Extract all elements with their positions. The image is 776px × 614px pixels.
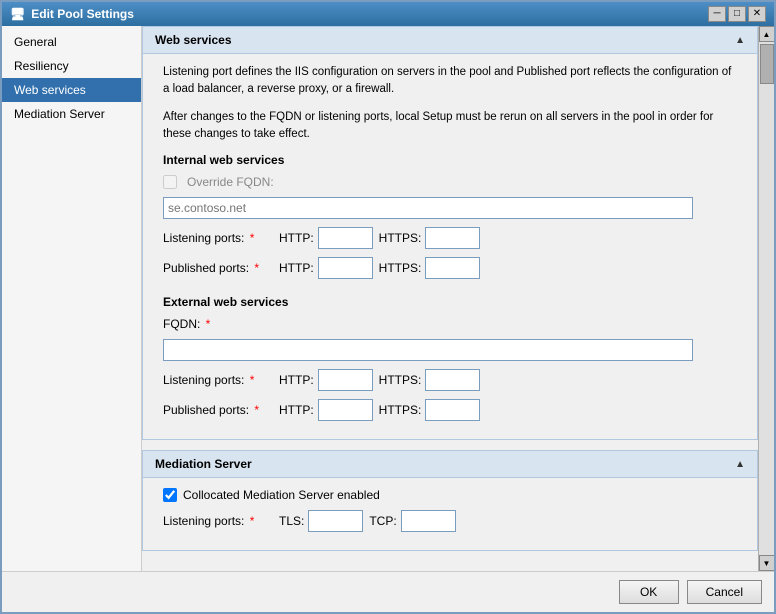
mediation-server-collapse-icon[interactable]: ▲ <box>735 459 745 470</box>
mediation-listening-row: Listening ports: * TLS: 5067 TCP: <box>163 510 737 532</box>
external-published-https-label: HTTPS: <box>379 403 422 417</box>
external-published-row: Published ports: * HTTP: 80 HTTPS: 443 <box>163 399 737 421</box>
external-published-label: Published ports: * <box>163 403 273 417</box>
main-window: 🖥 Edit Pool Settings ─ □ ✕ General Resil… <box>0 0 776 614</box>
internal-published-label: Published ports: * <box>163 261 273 275</box>
internal-published-https-group: HTTPS: 443 <box>379 257 481 279</box>
collocated-checkbox[interactable] <box>163 488 177 502</box>
ok-button[interactable]: OK <box>619 580 679 604</box>
title-bar: 🖥 Edit Pool Settings ─ □ ✕ <box>2 2 774 26</box>
web-services-title: Web services <box>155 33 232 47</box>
mediation-server-body: Collocated Mediation Server enabled List… <box>142 478 758 551</box>
web-services-body: Listening port defines the IIS configura… <box>142 54 758 440</box>
mediation-tcp-group: TCP: <box>369 510 455 532</box>
window-icon: 🖥 <box>10 7 25 21</box>
description-2: After changes to the FQDN or listening p… <box>163 109 737 144</box>
req-star-4: * <box>251 403 259 417</box>
scrollbar-thumb[interactable] <box>760 44 774 84</box>
close-button[interactable]: ✕ <box>748 6 766 22</box>
mediation-server-title: Mediation Server <box>155 457 252 471</box>
external-listening-http-label: HTTP: <box>279 373 314 387</box>
internal-listening-https-group: HTTPS: 443 <box>379 227 481 249</box>
external-listening-https-group: HTTPS: 4443 <box>379 369 481 391</box>
cancel-button[interactable]: Cancel <box>687 580 762 604</box>
internal-listening-https-label: HTTPS: <box>379 231 422 245</box>
mediation-tcp-input[interactable] <box>401 510 456 532</box>
external-fqdn-row: se.contoso.net <box>163 339 737 361</box>
sidebar-item-general[interactable]: General <box>2 30 141 54</box>
external-web-services-title: External web services <box>163 295 737 309</box>
override-fqdn-checkbox[interactable] <box>163 175 177 189</box>
window-title: Edit Pool Settings <box>31 7 134 21</box>
sidebar-item-resiliency[interactable]: Resiliency <box>2 54 141 78</box>
override-fqdn-label: Override FQDN: <box>187 175 274 189</box>
footer-bar: OK Cancel <box>2 571 774 612</box>
web-services-collapse-icon[interactable]: ▲ <box>735 35 745 46</box>
maximize-button[interactable]: □ <box>728 6 746 22</box>
collocated-row: Collocated Mediation Server enabled <box>163 488 737 502</box>
window-body: General Resiliency Web services Mediatio… <box>2 26 774 571</box>
mediation-tls-group: TLS: 5067 <box>279 510 363 532</box>
internal-published-http-input[interactable]: 80 <box>318 257 373 279</box>
internal-fqdn-row <box>163 197 737 219</box>
external-published-https-input[interactable]: 443 <box>425 399 480 421</box>
main-content: Web services ▲ Listening port defines th… <box>142 26 758 571</box>
title-bar-text: 🖥 Edit Pool Settings <box>10 7 134 21</box>
mediation-listening-label: Listening ports: * <box>163 514 273 528</box>
external-listening-https-label: HTTPS: <box>379 373 422 387</box>
minimize-button[interactable]: ─ <box>708 6 726 22</box>
sidebar-item-mediation-server[interactable]: Mediation Server <box>2 102 141 126</box>
internal-listening-http-group: HTTP: 80 <box>279 227 373 249</box>
external-listening-https-input[interactable]: 4443 <box>425 369 480 391</box>
internal-published-https-label: HTTPS: <box>379 261 422 275</box>
internal-listening-http-input[interactable]: 80 <box>318 227 373 249</box>
scrollbar: ▲ ▼ <box>758 26 774 571</box>
external-published-http-input[interactable]: 80 <box>318 399 373 421</box>
external-published-http-label: HTTP: <box>279 403 314 417</box>
mediation-tcp-label: TCP: <box>369 514 396 528</box>
external-published-https-group: HTTPS: 443 <box>379 399 481 421</box>
internal-listening-row: Listening ports: * HTTP: 80 HTTPS: 443 <box>163 227 737 249</box>
external-listening-http-group: HTTP: 8080 <box>279 369 373 391</box>
main-scroll-area: Web services ▲ Listening port defines th… <box>142 26 774 571</box>
internal-listening-https-input[interactable]: 443 <box>425 227 480 249</box>
internal-listening-label: Listening ports: * <box>163 231 273 245</box>
scroll-down-button[interactable]: ▼ <box>759 555 775 571</box>
override-fqdn-row: Override FQDN: <box>163 175 737 189</box>
mediation-tls-input[interactable]: 5067 <box>308 510 363 532</box>
external-listening-row: Listening ports: * HTTP: 8080 HTTPS: 444… <box>163 369 737 391</box>
external-listening-label: Listening ports: * <box>163 373 273 387</box>
external-published-http-group: HTTP: 80 <box>279 399 373 421</box>
internal-published-http-group: HTTP: 80 <box>279 257 373 279</box>
req-star-1: * <box>246 231 254 245</box>
internal-listening-http-label: HTTP: <box>279 231 314 245</box>
internal-published-row: Published ports: * HTTP: 80 HTTPS: 443 <box>163 257 737 279</box>
internal-published-https-input[interactable]: 443 <box>425 257 480 279</box>
sidebar-item-web-services[interactable]: Web services <box>2 78 141 102</box>
internal-fqdn-input <box>163 197 693 219</box>
web-services-panel: Web services ▲ Listening port defines th… <box>142 26 758 440</box>
mediation-server-panel: Mediation Server ▲ Collocated Mediation … <box>142 450 758 551</box>
title-buttons: ─ □ ✕ <box>708 6 766 22</box>
mediation-server-header: Mediation Server ▲ <box>142 450 758 478</box>
internal-published-http-label: HTTP: <box>279 261 314 275</box>
req-star-3: * <box>246 373 254 387</box>
collocated-label: Collocated Mediation Server enabled <box>183 488 380 502</box>
external-listening-http-input[interactable]: 8080 <box>318 369 373 391</box>
description-1: Listening port defines the IIS configura… <box>163 64 737 99</box>
external-fqdn-label: FQDN: * <box>163 317 210 331</box>
mediation-tls-label: TLS: <box>279 514 304 528</box>
web-services-header: Web services ▲ <box>142 26 758 54</box>
external-fqdn-input[interactable]: se.contoso.net <box>163 339 693 361</box>
scroll-up-button[interactable]: ▲ <box>759 26 775 42</box>
req-star-5: * <box>246 514 254 528</box>
sidebar: General Resiliency Web services Mediatio… <box>2 26 142 571</box>
external-fqdn-label-row: FQDN: * <box>163 317 737 331</box>
internal-web-services-title: Internal web services <box>163 153 737 167</box>
req-star-2: * <box>251 261 259 275</box>
req-star-fqdn: * <box>202 317 210 331</box>
